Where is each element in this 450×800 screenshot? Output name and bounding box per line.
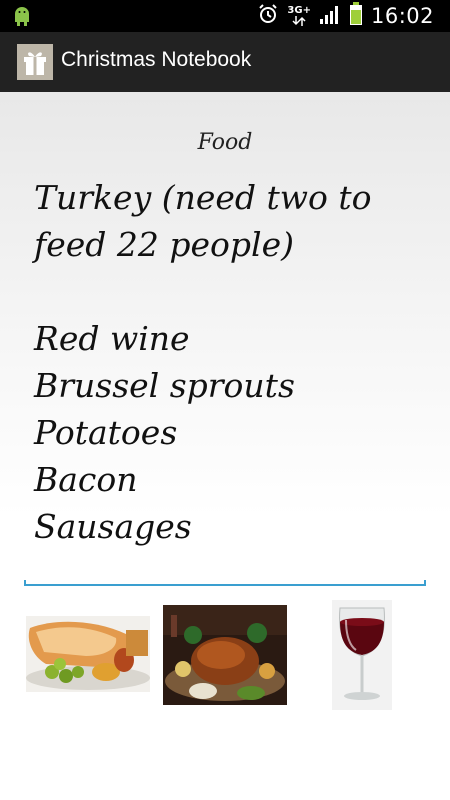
action-bar: Christmas Notebook xyxy=(0,32,450,92)
note-body[interactable]: Turkey (need two to feed 22 people) Red … xyxy=(34,174,434,550)
alarm-icon xyxy=(257,3,279,29)
status-time: 16:02 xyxy=(370,4,434,28)
status-icons: 3G+ 16:02 xyxy=(257,0,434,32)
gift-icon[interactable] xyxy=(17,44,53,80)
red-wine-image[interactable] xyxy=(332,600,392,710)
app-title: Christmas Notebook xyxy=(61,48,252,71)
roast-dinner-image[interactable] xyxy=(26,616,150,692)
note-category: Food xyxy=(197,130,253,155)
network-type-icon: 3G+ xyxy=(287,6,311,26)
note-body-underline xyxy=(24,580,426,586)
roast-turkey-image[interactable] xyxy=(163,605,287,705)
battery-icon xyxy=(349,2,363,30)
network-type-label: 3G+ xyxy=(287,5,311,16)
status-bar: 3G+ 16:02 xyxy=(0,0,450,32)
android-debug-icon xyxy=(10,4,34,32)
note-content: Food Turkey (need two to feed 22 people)… xyxy=(0,92,450,800)
signal-icon xyxy=(319,4,341,28)
